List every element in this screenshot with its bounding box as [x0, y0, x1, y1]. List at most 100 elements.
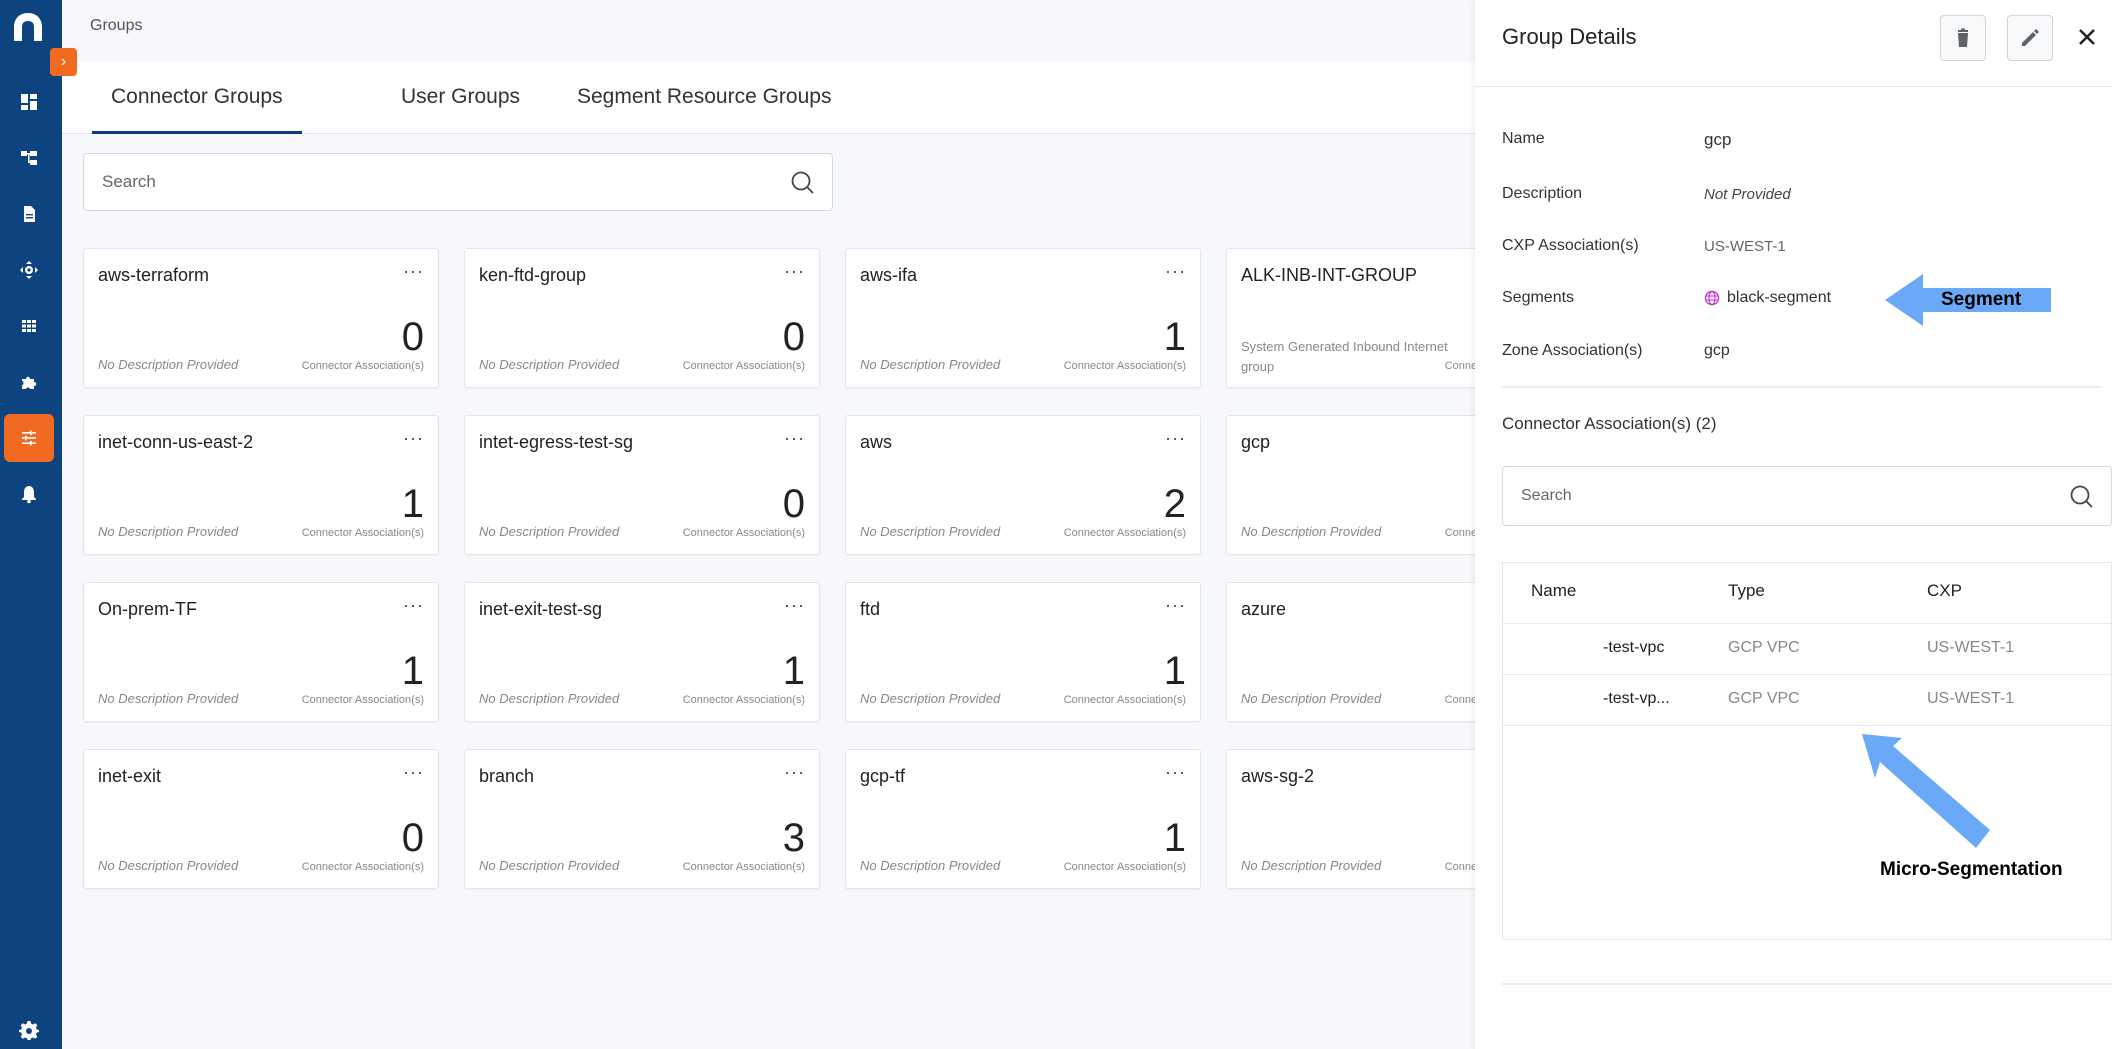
panel-header-divider [1475, 86, 2112, 87]
tab-user-groups[interactable]: User Groups [382, 62, 539, 134]
group-card[interactable]: aws-terraform ··· 0 No Description Provided… [83, 248, 439, 388]
card-connector-count: 0 [401, 315, 424, 359]
document-icon [24, 206, 35, 222]
globe-icon [1704, 290, 1720, 306]
group-card[interactable]: inet-exit ··· 0 No Description Provided Conn… [83, 749, 439, 889]
group-card[interactable]: ftd ··· 1 No Description Provided Connector … [845, 582, 1201, 722]
tab-connector-groups[interactable]: Connector Groups [92, 62, 302, 134]
row-cxp: US-WEST-1 [1927, 690, 2015, 707]
search-icon[interactable] [2069, 484, 2095, 510]
details-divider [1502, 386, 2102, 388]
app-logo[interactable] [11, 10, 45, 44]
card-description: No Description Provided [479, 691, 620, 706]
close-icon[interactable] [2072, 22, 2102, 52]
name-value: gcp [1704, 130, 1732, 149]
card-description: No Description Provided [860, 858, 1001, 873]
column-header-type[interactable]: Type [1728, 581, 1765, 601]
pencil-icon [2022, 29, 2039, 46]
card-name: azure [1241, 599, 1287, 619]
segments-label: Segments [1502, 289, 1575, 306]
card-connector-count: 1 [401, 482, 424, 526]
group-card[interactable]: intet-egress-test-sg ··· 0 No Description P… [464, 415, 820, 555]
zone-value: gcp [1704, 342, 1730, 359]
tab-segment-resource-groups[interactable]: Segment Resource Groups [558, 62, 850, 134]
card-description: No Description Provided [860, 357, 1001, 372]
nav-topology[interactable] [4, 134, 54, 182]
cxp-label: CXP Association(s) [1502, 237, 1639, 254]
card-name: inet-exit [98, 766, 162, 786]
segment-name: black-segment [1727, 289, 1832, 306]
card-name: ftd [860, 599, 881, 619]
card-name: inet-exit-test-sg [479, 599, 603, 619]
micro-segmentation-arrow-annotation [1862, 734, 1990, 848]
card-description: No Description Provided [479, 357, 620, 372]
group-card[interactable]: aws ··· 2 No Description Provided Connector … [845, 415, 1201, 555]
card-menu-icon[interactable]: ··· [1165, 595, 1186, 616]
connector-table: Name Type CXP -test-vpc GCP VPC US-WEST-… [1502, 562, 2112, 940]
nav-groups[interactable] [4, 414, 54, 462]
puzzle-icon [22, 376, 37, 389]
card-menu-icon[interactable]: ··· [1165, 762, 1186, 783]
card-connector-count: 2 [1163, 482, 1186, 526]
card-menu-icon[interactable]: ··· [403, 428, 424, 449]
tune-sliders-icon [22, 430, 36, 446]
group-card[interactable]: ken-ftd-group ··· 0 No Description Provided… [464, 248, 820, 388]
nav-notifications[interactable] [4, 470, 54, 518]
apps-grid-icon [22, 320, 36, 332]
column-header-name[interactable]: Name [1531, 581, 1576, 601]
delete-button[interactable] [1940, 15, 1986, 61]
group-card[interactable]: On-prem-TF ··· 1 No Description Provided Con… [83, 582, 439, 722]
group-card[interactable]: branch ··· 3 No Description Provided Connect… [464, 749, 820, 889]
segments-value[interactable]: black-segment [1704, 289, 1831, 307]
column-header-cxp[interactable]: CXP [1927, 581, 1962, 601]
card-menu-icon[interactable]: ··· [784, 762, 805, 783]
nav-network[interactable] [4, 246, 54, 294]
group-card[interactable]: inet-conn-us-east-2 ··· 1 No Description Pr… [83, 415, 439, 555]
card-count-label: Connector Association(s) [301, 360, 424, 372]
card-menu-icon[interactable]: ··· [784, 261, 805, 282]
group-card[interactable]: inet-exit-test-sg ··· 1 No Description Prov… [464, 582, 820, 722]
nav-apps[interactable] [4, 302, 54, 350]
card-menu-icon[interactable]: ··· [784, 428, 805, 449]
card-menu-icon[interactable]: ··· [403, 261, 424, 282]
card-menu-icon[interactable]: ··· [403, 762, 424, 783]
tab-bar: Connector Groups User Groups Segment Res… [62, 62, 1475, 134]
card-connector-count: 1 [1163, 649, 1186, 693]
table-row[interactable]: -test-vpc GCP VPC US-WEST-1 [1503, 623, 2111, 674]
table-row[interactable]: -test-vp... GCP VPC US-WEST-1 [1503, 674, 2111, 725]
card-count-label: Connector Association(s) [1063, 694, 1186, 706]
sidebar-expand-button[interactable]: › [50, 48, 77, 76]
card-menu-icon[interactable]: ··· [784, 595, 805, 616]
card-connector-count: 1 [782, 649, 805, 693]
search-input[interactable] [102, 154, 762, 210]
group-card[interactable]: gcp-tf ··· 1 No Description Provided Connect… [845, 749, 1201, 889]
nav-documents[interactable] [4, 190, 54, 238]
search-box [83, 153, 833, 211]
card-menu-icon[interactable]: ··· [1165, 261, 1186, 282]
row-name: -test-vp... [1603, 690, 1670, 707]
chevron-right-icon: › [60, 53, 67, 70]
panel-title: Group Details [1502, 24, 1637, 49]
nav-dashboard[interactable] [4, 78, 54, 126]
nav-settings[interactable] [4, 1012, 54, 1048]
card-description: No Description Provided [98, 357, 239, 372]
card-description: No Description Provided [98, 524, 239, 539]
panel-bottom-divider [1502, 983, 2112, 985]
card-name: intet-egress-test-sg [479, 432, 634, 452]
card-name: gcp [1241, 432, 1271, 452]
card-name: aws-ifa [860, 265, 918, 285]
card-connector-count: 0 [782, 315, 805, 359]
card-count-label: Connector Association(s) [682, 694, 805, 706]
connector-search-input[interactable] [1521, 467, 2041, 525]
group-card[interactable]: aws-ifa ··· 1 No Description Provided Connec… [845, 248, 1201, 388]
card-menu-icon[interactable]: ··· [1165, 428, 1186, 449]
edit-button[interactable] [2007, 15, 2053, 61]
card-menu-icon[interactable]: ··· [403, 595, 424, 616]
description-value: Not Provided [1704, 186, 1791, 203]
nav-integrations[interactable] [4, 358, 54, 406]
card-count-label: Connector Association(s) [1063, 527, 1186, 539]
micro-segmentation-annotation-label: Micro-Segmentation [1880, 859, 2063, 880]
search-icon[interactable] [790, 170, 816, 196]
description-label: Description [1502, 185, 1583, 202]
breadcrumb[interactable]: Groups [90, 17, 142, 35]
